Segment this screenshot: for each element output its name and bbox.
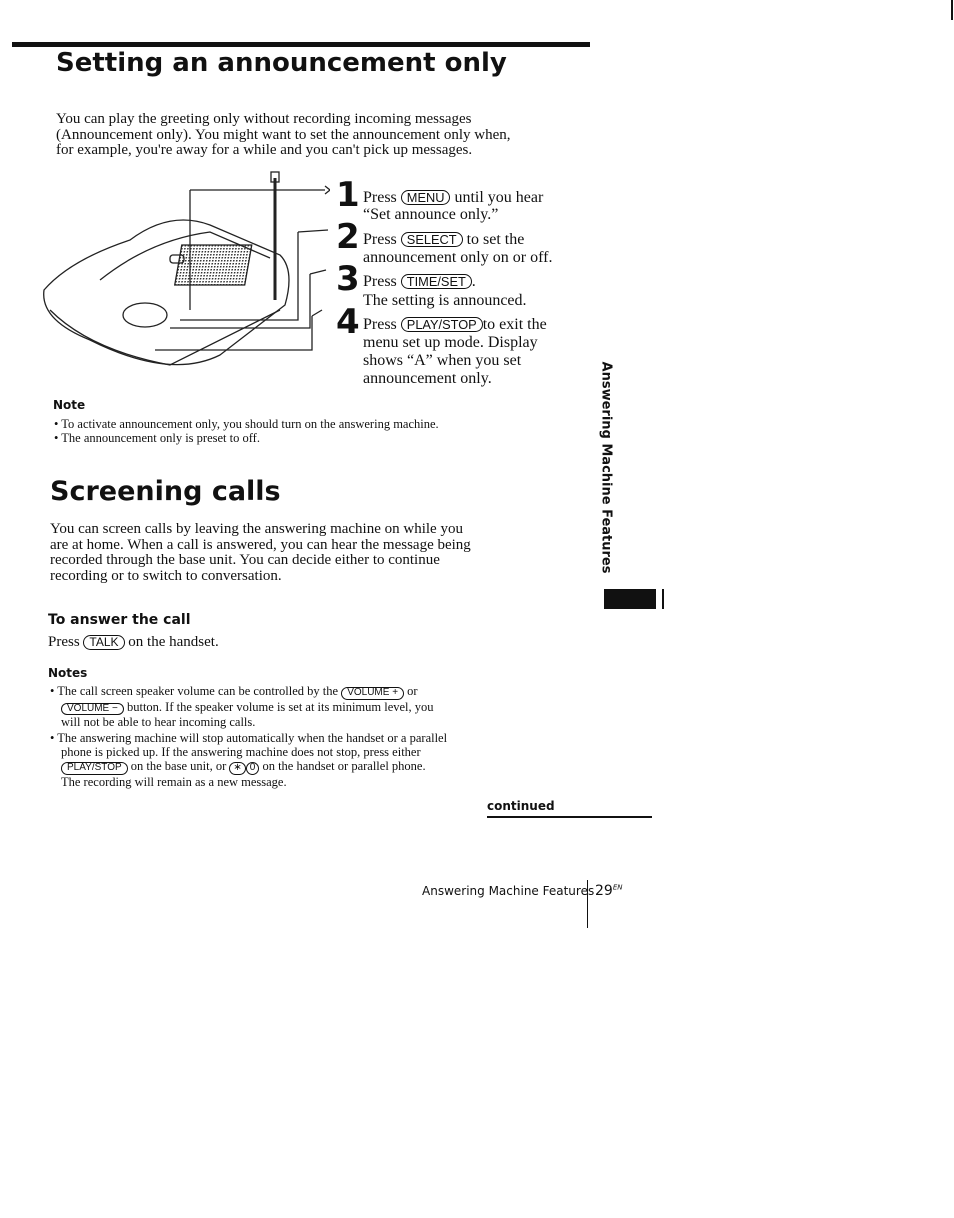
step-text: announcement only on or off. — [363, 249, 553, 266]
step-text: until you hear — [454, 189, 544, 206]
footer-section: Answering Machine Features — [422, 884, 595, 898]
time-set-key: TIME/SET — [400, 274, 472, 290]
step-text: announcement only. — [363, 370, 492, 387]
side-tab-marker — [604, 589, 656, 609]
intro-line: You can play the greeting only without r… — [56, 111, 472, 127]
notes-heading: Notes — [48, 666, 88, 680]
intro-line: recorded through the base unit. You can … — [50, 552, 440, 568]
side-tab-label: Answering Machine Features — [598, 361, 614, 574]
note-text: or — [407, 684, 418, 698]
section-title: Screening calls — [50, 476, 281, 507]
note-text: button. If the speaker volume is set at … — [126, 699, 434, 714]
step-text: “Set announce only.” — [363, 206, 499, 223]
screening-paragraph: You can screen calls by leaving the answ… — [50, 521, 471, 584]
continued-rule — [487, 816, 652, 818]
step-number: 3 — [336, 259, 360, 299]
note-heading: Note — [53, 398, 86, 412]
footer-divider — [587, 880, 588, 928]
answer-instruction: Press TALK on the handset. — [48, 634, 219, 651]
page-number-value: 29 — [595, 883, 613, 899]
side-tab-marker — [662, 589, 664, 609]
intro-line: for example, you're away for a while and… — [56, 142, 473, 158]
select-key: SELECT — [400, 232, 463, 248]
step-text: Press — [363, 273, 397, 290]
note-item: • The announcement only is preset to off… — [54, 431, 260, 445]
note-text: will not be able to hear incoming calls. — [61, 715, 256, 729]
step-text: Press — [363, 189, 397, 206]
title-rule — [12, 42, 590, 47]
section-title: Setting an announcement only — [56, 48, 507, 78]
step-text: to exit the — [482, 316, 547, 333]
note-line: PLAY/STOP on the base unit, or ∗ 0 on the… — [50, 759, 447, 775]
intro-line: are at home. When a call is answered, yo… — [50, 536, 471, 553]
notes-list: • The call screen speaker volume can be … — [50, 684, 447, 789]
side-tab: Answering Machine Features — [596, 360, 616, 580]
note-text: on the base unit, or — [130, 759, 227, 773]
answering-machine-illustration — [43, 171, 330, 366]
note-item: • To activate announcement only, you sho… — [54, 417, 439, 431]
text: on the handset. — [128, 634, 219, 650]
note-item: • The answering machine will stop automa… — [50, 731, 448, 745]
page-suffix: EN — [612, 883, 623, 892]
text: Press — [48, 634, 80, 650]
step-text: to set the — [466, 231, 525, 248]
page-number: 29EN — [595, 883, 623, 899]
step-text: . — [471, 273, 476, 290]
note-text: The recording will remain as a new messa… — [61, 774, 287, 789]
step-text: Press — [363, 231, 397, 248]
step-number: 4 — [336, 302, 360, 342]
note-text: The call screen speaker volume can be co… — [57, 684, 339, 698]
note-text: The announcement only is preset to off. — [61, 431, 260, 445]
intro-line: recording or to switch to conversation. — [50, 567, 282, 584]
scan-edge — [951, 0, 953, 20]
volume-up-key: VOLUME + — [341, 687, 405, 700]
step-text: Press — [363, 316, 397, 333]
intro-paragraph: You can play the greeting only without r… — [56, 111, 511, 159]
step-number: 1 — [336, 175, 360, 215]
step-text: The setting is announced. — [363, 292, 527, 309]
play-stop-key: PLAY/STOP — [61, 762, 128, 775]
note-text: on the handset or parallel phone. — [262, 759, 426, 773]
step-text: menu set up mode. Display — [363, 334, 538, 351]
step-text: shows “A” when you set — [363, 352, 522, 369]
note-line: VOLUME − button. If the speaker volume i… — [50, 699, 447, 715]
note-item: • The call screen speaker volume can be … — [50, 684, 418, 700]
step-number: 2 — [336, 217, 360, 257]
intro-line: You can screen calls by leaving the answ… — [50, 521, 463, 537]
talk-key: TALK — [83, 635, 125, 650]
menu-key: MENU — [400, 190, 451, 206]
play-stop-key: PLAY/STOP — [400, 317, 483, 333]
note-text: phone is picked up. If the answering mac… — [61, 745, 421, 759]
volume-down-key: VOLUME − — [61, 702, 124, 715]
manual-page: Setting an announcement only You can pla… — [0, 0, 954, 1218]
star-key: ∗ — [229, 762, 246, 775]
intro-line: (Announcement only). You might want to s… — [56, 126, 511, 143]
note-text: The answering machine will stop automati… — [57, 731, 448, 745]
subsection-title: To answer the call — [48, 612, 191, 628]
continued-label: continued — [487, 799, 555, 813]
zero-key: 0 — [245, 762, 260, 775]
note-list: • To activate announcement only, you sho… — [54, 417, 439, 445]
note-text: To activate announcement only, you shoul… — [61, 417, 439, 431]
